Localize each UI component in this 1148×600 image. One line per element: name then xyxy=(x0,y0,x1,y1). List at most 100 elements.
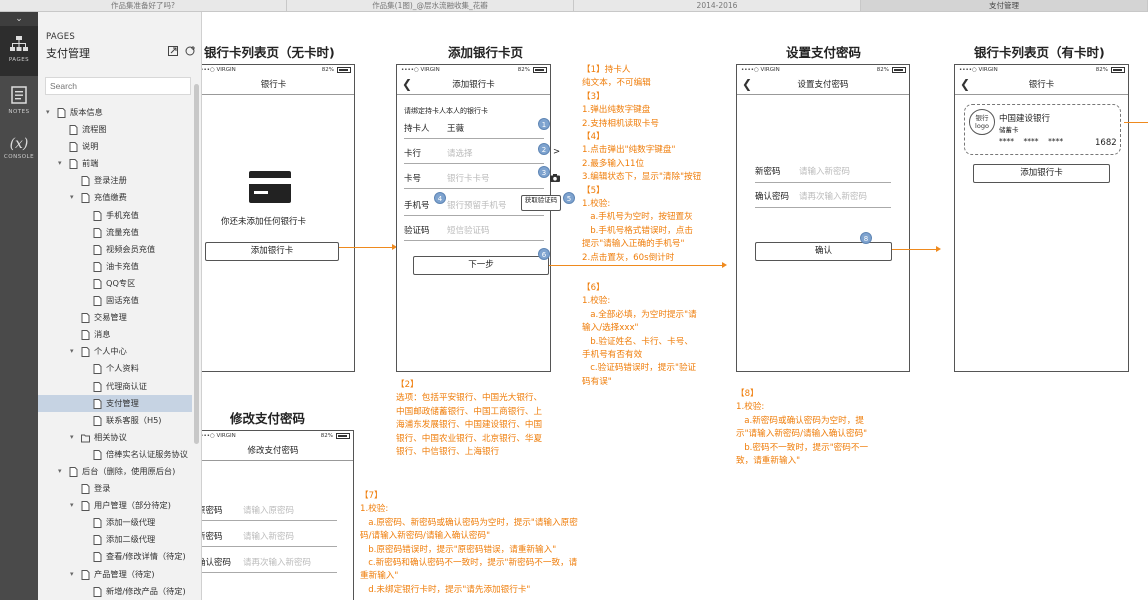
doc-tab[interactable]: 作品集准备好了吗? xyxy=(0,0,287,11)
notes-rail-button[interactable]: NOTES xyxy=(0,76,38,126)
doc-tab-active[interactable]: 支付管理 xyxy=(861,0,1148,11)
expand-arrow-icon[interactable]: ▾ xyxy=(70,497,74,514)
tree-item[interactable]: ▾ 充值缴费 xyxy=(38,189,192,206)
tree-item-label: 新增/修改产品（待定) xyxy=(106,585,186,596)
expand-arrow-icon[interactable]: ▾ xyxy=(70,189,74,206)
tree-item[interactable]: 视频会员充值 xyxy=(38,241,192,258)
divider xyxy=(404,240,544,241)
tree-item[interactable]: 代理商认证 xyxy=(38,378,192,395)
expand-arrow-icon[interactable]: ▾ xyxy=(70,343,74,360)
card-mask: **** **** **** xyxy=(999,137,1064,146)
confirm-password-input[interactable]: 请再次输入新密码 xyxy=(243,556,311,568)
old-password-input[interactable]: 请输入原密码 xyxy=(243,504,294,516)
carrier-label: ••••○ VIRGIN xyxy=(741,67,780,73)
tree-item[interactable]: 查看/修改详情（待定) xyxy=(38,548,192,565)
expand-arrow-icon[interactable]: ▾ xyxy=(70,429,74,446)
empty-card-text: 你还未添加任何银行卡 xyxy=(221,217,307,227)
expand-arrow-icon[interactable]: ▾ xyxy=(58,463,62,480)
back-chevron-icon[interactable]: ❮ xyxy=(960,75,970,94)
screen5-phone: ••••○ VIRGIN 82% 修改支付密码 原密码 请输入原密码 新密码 请… xyxy=(202,430,354,600)
console-rail-button[interactable]: (x) CONSOLE xyxy=(0,126,38,176)
status-bar: ••••○ VIRGIN 82% xyxy=(397,65,550,75)
phone-input[interactable]: 银行预留手机号 xyxy=(447,199,507,211)
expand-arrow-icon[interactable]: ▾ xyxy=(70,566,74,583)
design-canvas: 银行卡列表页（无卡时) ••••○ VIRGIN 82% 银行卡 你还未添加任何… xyxy=(202,12,1148,600)
sitemap-icon xyxy=(10,36,28,51)
page-icon xyxy=(81,330,90,341)
tree-item-label: 支付管理 xyxy=(106,397,139,408)
confirm-password-input[interactable]: 请再次输入新密码 xyxy=(799,190,867,202)
divider xyxy=(755,207,891,208)
add-page-icon[interactable] xyxy=(168,45,179,56)
tree-item[interactable]: 固话充值 xyxy=(38,292,192,309)
camera-icon[interactable] xyxy=(550,174,560,182)
add-folder-icon[interactable] xyxy=(185,45,196,56)
tree-item[interactable]: 交易管理 xyxy=(38,309,192,326)
get-code-button[interactable]: 获取验证码 xyxy=(521,195,561,211)
tree-item[interactable]: 流程图 xyxy=(38,121,192,138)
tree-item-label: 说明 xyxy=(82,141,99,152)
sidebar-scrollbar[interactable] xyxy=(194,84,199,444)
doc-tab[interactable]: 2014-2016 xyxy=(574,0,861,11)
tree-item[interactable]: 流量充值 xyxy=(38,224,192,241)
holder-label: 持卡人 xyxy=(404,124,430,134)
page-icon xyxy=(93,381,102,392)
tree-item[interactable]: QQ专区 xyxy=(38,275,192,292)
tree-item-selected[interactable]: 支付管理 xyxy=(38,394,192,412)
next-step-button[interactable]: 下一步 xyxy=(413,256,549,275)
battery-icon xyxy=(892,67,906,73)
doc-tab[interactable]: 作品集(1图)_@层水流融收集_花瓣 xyxy=(287,0,574,11)
carrier-label: ••••○ VIRGIN xyxy=(401,67,440,73)
tree-item[interactable]: 登录 xyxy=(38,480,192,497)
card-number-input[interactable]: 银行卡卡号 xyxy=(447,172,490,184)
status-bar: ••••○ VIRGIN 82% xyxy=(202,431,353,441)
tree-item[interactable]: 消息 xyxy=(38,326,192,343)
bank-select[interactable]: 请选择 xyxy=(447,147,473,159)
annotation-badge: 6 xyxy=(538,248,550,260)
expand-arrow-icon[interactable]: ▾ xyxy=(46,104,50,121)
tree-item[interactable]: 新增/修改产品（待定) xyxy=(38,583,192,600)
page-tree: ▾ 版本信息 流程图说明 ▾ 前端 登录注册 ▾ 充值缴费 手机充值 流量充值 视频会员充值 油卡充值… xyxy=(38,104,192,600)
tree-item[interactable]: ▾ 相关协议 xyxy=(38,429,192,446)
add-bank-card-button[interactable]: 添加银行卡 xyxy=(973,164,1110,183)
tree-item[interactable]: ▾ 前端 xyxy=(38,155,192,172)
collapse-chevron-icon[interactable]: ⌄ xyxy=(0,12,38,26)
card-last4: 1682 xyxy=(1095,138,1117,148)
tree-item[interactable]: ▾ 产品管理（待定) xyxy=(38,566,192,583)
new-password-input[interactable]: 请输入新密码 xyxy=(243,530,294,542)
divider xyxy=(404,138,544,139)
tree-item[interactable]: 添加二级代理 xyxy=(38,531,192,548)
pages-rail-button[interactable]: PAGES xyxy=(0,26,38,76)
tree-item[interactable]: 添加一级代理 xyxy=(38,514,192,531)
battery-pct: 82% xyxy=(517,67,530,73)
bank-label: 卡行 xyxy=(404,149,422,159)
back-chevron-icon[interactable]: ❮ xyxy=(402,75,412,94)
tree-item[interactable]: 登录注册 xyxy=(38,172,192,189)
card-type: 储蓄卡 xyxy=(999,126,1019,134)
tree-item[interactable]: ▾ 用户管理（部分待定) xyxy=(38,497,192,514)
tree-item-label: 固话充值 xyxy=(106,295,139,306)
page-icon xyxy=(81,176,90,187)
confirm-button[interactable]: 确认 xyxy=(755,242,892,261)
pages-search-input[interactable] xyxy=(45,77,191,95)
folder-icon xyxy=(81,434,90,443)
back-chevron-icon[interactable]: ❮ xyxy=(742,75,752,94)
page-icon xyxy=(93,364,102,375)
tree-item[interactable]: 油卡充值 xyxy=(38,258,192,275)
bank-card-item[interactable]: 银行 logo 中国建设银行 储蓄卡 **** **** **** 1682 xyxy=(964,104,1121,155)
tree-item[interactable]: 倍棒实名认证服务协议 xyxy=(38,446,192,463)
tree-item[interactable]: 说明 xyxy=(38,138,192,155)
expand-arrow-icon[interactable]: ▾ xyxy=(58,155,62,172)
tree-item[interactable]: ▾ 后台（删除，使用原后台) xyxy=(38,463,192,480)
new-password-input[interactable]: 请输入新密码 xyxy=(799,165,850,177)
tree-item[interactable]: 联系客服（H5) xyxy=(38,412,192,429)
tree-item[interactable]: 个人资料 xyxy=(38,360,192,377)
sms-code-input[interactable]: 短信验证码 xyxy=(447,224,490,236)
page-icon xyxy=(81,347,90,358)
tree-item[interactable]: ▾ 版本信息 xyxy=(38,104,192,121)
divider xyxy=(202,520,337,521)
tree-item[interactable]: 手机充值 xyxy=(38,207,192,224)
tree-item[interactable]: ▾ 个人中心 xyxy=(38,343,192,360)
page-icon xyxy=(69,159,78,170)
add-bank-card-button[interactable]: 添加银行卡 xyxy=(205,242,339,261)
